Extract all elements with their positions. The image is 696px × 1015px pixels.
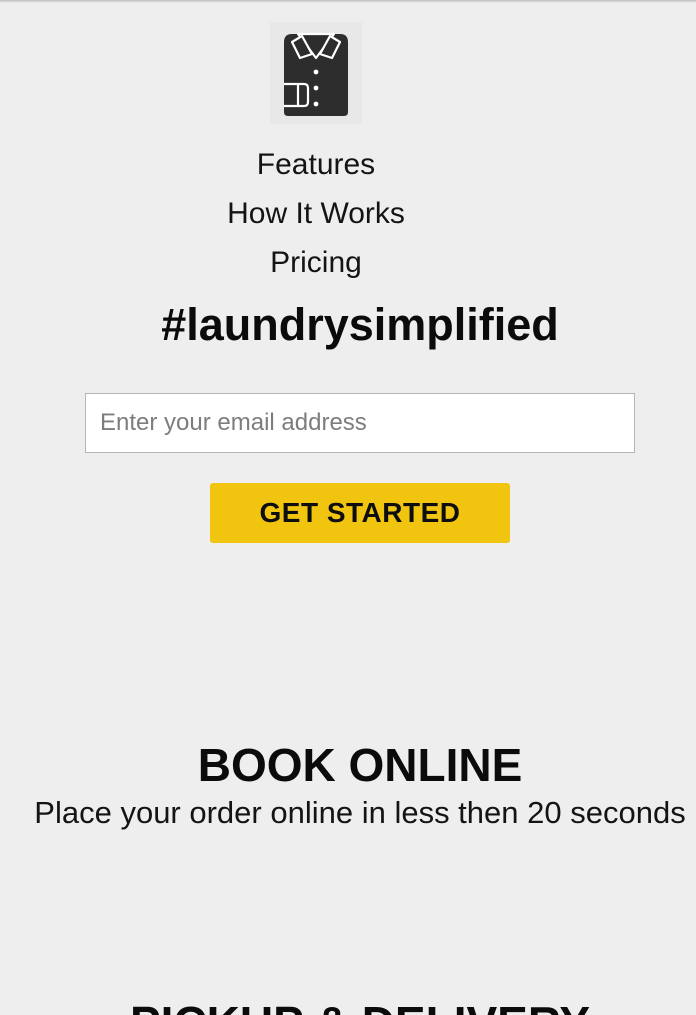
nav-link-how-it-works[interactable]: How It Works xyxy=(0,191,632,240)
top-shadow xyxy=(0,0,696,3)
logo[interactable] xyxy=(270,22,362,124)
landing-page: Features How It Works Pricing #laundrysi… xyxy=(0,0,696,1015)
nav-link-pricing[interactable]: Pricing xyxy=(0,240,632,289)
email-input[interactable] xyxy=(85,393,635,453)
book-online-subtitle: Place your order online in less then 20 … xyxy=(34,795,686,830)
main-nav: Features How It Works Pricing xyxy=(0,142,632,289)
book-online-title: BOOK ONLINE xyxy=(197,739,523,791)
shirt-icon xyxy=(284,32,348,116)
hero-tagline: #laundrysimplified xyxy=(161,299,559,350)
pickup-delivery-title: PICKUP & DELIVERY xyxy=(0,990,696,1015)
nav-link-features[interactable]: Features xyxy=(0,142,632,191)
get-started-button[interactable]: GET STARTED xyxy=(210,483,510,543)
